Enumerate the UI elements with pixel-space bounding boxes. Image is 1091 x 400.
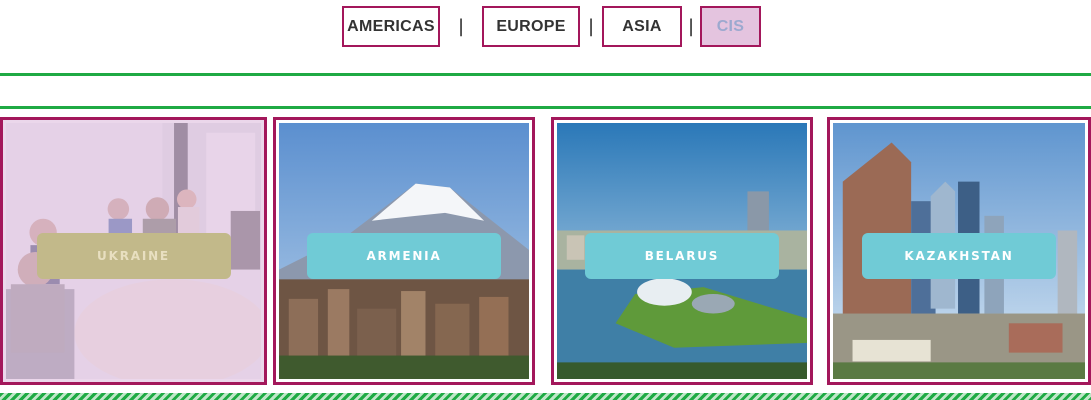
tab-americas[interactable]: AMERICAS bbox=[342, 6, 440, 47]
tab-cis[interactable]: CIS bbox=[700, 6, 761, 47]
divider-line bbox=[0, 73, 1091, 76]
divider-line bbox=[0, 106, 1091, 109]
country-cards: UKRAINE ARMENIA BELARUS KAZAKHSTAN bbox=[0, 117, 1091, 390]
country-button-belarus[interactable]: BELARUS bbox=[585, 233, 779, 279]
region-tabs: AMERICAS | EUROPE | ASIA | CIS bbox=[342, 6, 761, 47]
tab-separator: | bbox=[587, 16, 595, 37]
tab-asia[interactable]: ASIA bbox=[602, 6, 682, 47]
tab-separator: | bbox=[457, 16, 465, 37]
decorative-stripe bbox=[0, 393, 1091, 400]
tab-europe[interactable]: EUROPE bbox=[482, 6, 580, 47]
country-card-belarus[interactable]: BELARUS bbox=[551, 117, 813, 385]
country-card-kazakhstan[interactable]: KAZAKHSTAN bbox=[827, 117, 1091, 385]
country-button-armenia[interactable]: ARMENIA bbox=[307, 233, 501, 279]
tab-separator: | bbox=[687, 16, 695, 37]
country-button-ukraine[interactable]: UKRAINE bbox=[36, 233, 231, 279]
country-card-armenia[interactable]: ARMENIA bbox=[273, 117, 535, 385]
country-button-kazakhstan[interactable]: KAZAKHSTAN bbox=[862, 233, 1056, 279]
country-card-ukraine[interactable]: UKRAINE bbox=[0, 117, 267, 385]
